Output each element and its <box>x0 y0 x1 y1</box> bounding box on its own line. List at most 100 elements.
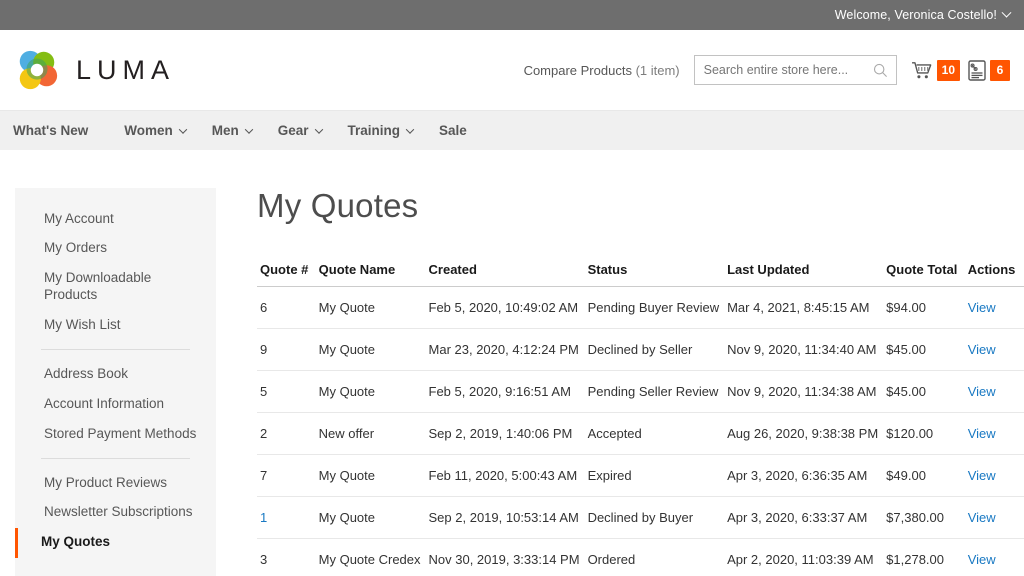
cell-quote-total: $120.00 <box>886 412 968 456</box>
cell-quote-name: My Quote <box>318 286 429 330</box>
cell-quote-name: New offer <box>318 412 429 456</box>
customer-menu-toggle[interactable]: Welcome, Veronica Costello! <box>835 7 1012 22</box>
cell-last-updated: Aug 26, 2020, 9:38:38 PM <box>727 412 887 456</box>
view-quote-link[interactable]: View <box>968 426 996 441</box>
quote-number-link[interactable]: 1 <box>260 510 267 525</box>
view-quote-link[interactable]: View <box>968 468 996 483</box>
compare-products-link[interactable]: Compare Products (1 item) <box>524 63 680 78</box>
column-header-quote-name[interactable]: Quote Name <box>318 262 429 288</box>
sidebar-item-my-product-reviews[interactable]: My Product Reviews <box>15 468 216 498</box>
quotes-table-head: Quote # Quote Name Created Status Last U… <box>257 262 1024 288</box>
table-header-row: Quote # Quote Name Created Status Last U… <box>257 262 1024 288</box>
table-row: 3 My Quote Credex Nov 30, 2019, 3:33:14 … <box>257 538 1024 576</box>
view-quote-link[interactable]: View <box>968 510 996 525</box>
sidebar-divider <box>41 458 190 459</box>
cell-status: Expired <box>587 454 728 498</box>
table-row: 9 My Quote Mar 23, 2020, 4:12:24 PM Decl… <box>257 328 1024 372</box>
chevron-down-icon <box>1001 7 1012 18</box>
sidebar-item-newsletter-subscriptions[interactable]: Newsletter Subscriptions <box>15 498 216 528</box>
page-body: My Account My Orders My Downloadable Pro… <box>0 150 1024 576</box>
account-sidebar: My Account My Orders My Downloadable Pro… <box>15 188 216 576</box>
chevron-down-icon <box>178 124 187 134</box>
nav-item-women[interactable]: Women <box>124 123 200 138</box>
column-header-created[interactable]: Created <box>428 262 588 288</box>
sidebar-divider <box>41 349 190 351</box>
column-header-quote-number[interactable]: Quote # <box>257 262 319 288</box>
cell-status: Pending Seller Review <box>587 370 728 414</box>
search-box[interactable] <box>693 55 897 85</box>
sidebar-item-label: My Orders <box>44 240 108 256</box>
mini-icons: 10 6 <box>911 59 1010 81</box>
cell-quote-total: $45.00 <box>886 370 968 414</box>
shopping-cart-icon[interactable] <box>911 61 933 80</box>
chevron-down-icon <box>244 124 253 134</box>
quote-number-link[interactable]: 9 <box>260 342 267 357</box>
minicart-link[interactable]: 10 <box>911 59 960 81</box>
cell-quote-number: 6 <box>257 286 319 330</box>
cell-quote-number: 3 <box>257 538 319 576</box>
view-quote-link[interactable]: View <box>968 552 996 567</box>
nav-item-label: Training <box>347 123 401 138</box>
cell-created: Feb 11, 2020, 5:00:43 AM <box>428 454 588 498</box>
quote-link[interactable]: 6 <box>968 59 1010 81</box>
cell-actions: View <box>967 286 1024 330</box>
nav-item-gear[interactable]: Gear <box>278 123 336 138</box>
quote-percent-icon[interactable] <box>968 59 986 81</box>
view-quote-link[interactable]: View <box>968 384 996 399</box>
cell-created: Feb 5, 2020, 10:49:02 AM <box>428 286 588 330</box>
cell-quote-total: $94.00 <box>886 286 968 330</box>
table-row: 5 My Quote Feb 5, 2020, 9:16:51 AM Pendi… <box>257 370 1024 414</box>
sidebar-item-stored-payment-methods[interactable]: Stored Payment Methods <box>15 419 216 449</box>
cell-quote-name: My Quote <box>318 370 429 414</box>
cell-actions: View <box>967 412 1024 456</box>
table-row: 6 My Quote Feb 5, 2020, 10:49:02 AM Pend… <box>257 286 1024 330</box>
page-title: My Quotes <box>257 187 419 224</box>
sidebar-group-2: Address Book Account Information Stored … <box>15 359 216 449</box>
main-content: My Quotes Quote # Quote Name Created Sta… <box>216 187 1024 576</box>
header-actions: Compare Products (1 item) Search entire … <box>524 55 1010 85</box>
nav-item-whats-new[interactable]: What's New <box>13 123 102 138</box>
nav-item-training[interactable]: Training <box>348 123 428 138</box>
table-row: 7 My Quote Feb 11, 2020, 5:00:43 AM Expi… <box>257 454 1024 498</box>
compare-products-label: Compare Products <box>523 62 632 78</box>
logo-link[interactable]: LUMA <box>14 47 175 93</box>
site-header: LUMA Compare Products (1 item) Search en… <box>0 30 1024 110</box>
quote-number-link[interactable]: 6 <box>260 300 267 315</box>
sidebar-item-my-quotes[interactable]: My Quotes <box>15 527 216 558</box>
sidebar-item-my-account[interactable]: My Account <box>15 204 216 234</box>
cell-actions: View <box>967 538 1024 576</box>
nav-item-sale[interactable]: Sale <box>439 123 481 138</box>
view-quote-link[interactable]: View <box>968 342 996 357</box>
column-header-last-updated[interactable]: Last Updated <box>727 262 887 288</box>
cell-quote-total: $7,380.00 <box>886 496 968 540</box>
cell-actions: View <box>967 496 1024 540</box>
sidebar-item-my-wish-list[interactable]: My Wish List <box>15 311 216 341</box>
cell-status: Pending Buyer Review <box>587 286 728 330</box>
cell-status: Declined by Buyer <box>587 496 728 540</box>
sidebar-item-label: Account Information <box>44 395 165 411</box>
quote-number-link[interactable]: 7 <box>260 468 267 483</box>
cell-last-updated: Nov 9, 2020, 11:34:38 AM <box>727 370 887 414</box>
sidebar-item-my-orders[interactable]: My Orders <box>15 234 216 264</box>
view-quote-link[interactable]: View <box>968 300 996 315</box>
cell-created: Feb 5, 2020, 9:16:51 AM <box>428 370 588 414</box>
quote-number-link[interactable]: 5 <box>260 384 267 399</box>
column-header-quote-total[interactable]: Quote Total <box>886 262 968 288</box>
quote-number-link[interactable]: 2 <box>260 426 267 441</box>
sidebar-item-my-downloadable-products[interactable]: My Downloadable Products <box>15 264 216 311</box>
search-icon[interactable] <box>873 63 888 78</box>
sidebar-item-label: Stored Payment Methods <box>44 425 197 441</box>
chevron-down-icon <box>405 124 415 134</box>
cell-quote-total: $45.00 <box>886 328 968 372</box>
nav-item-men[interactable]: Men <box>212 123 266 138</box>
table-row: 2 New offer Sep 2, 2019, 1:40:06 PM Acce… <box>257 412 1024 456</box>
cart-count-badge: 10 <box>936 59 960 81</box>
sidebar-item-account-information[interactable]: Account Information <box>15 389 216 419</box>
cell-quote-total: $49.00 <box>886 454 968 498</box>
luma-flower-logo <box>19 50 58 90</box>
cell-actions: View <box>967 454 1024 498</box>
quote-number-link[interactable]: 3 <box>260 552 267 567</box>
column-header-status[interactable]: Status <box>587 262 728 288</box>
sidebar-item-address-book[interactable]: Address Book <box>15 359 216 389</box>
search-input[interactable] <box>703 63 873 77</box>
